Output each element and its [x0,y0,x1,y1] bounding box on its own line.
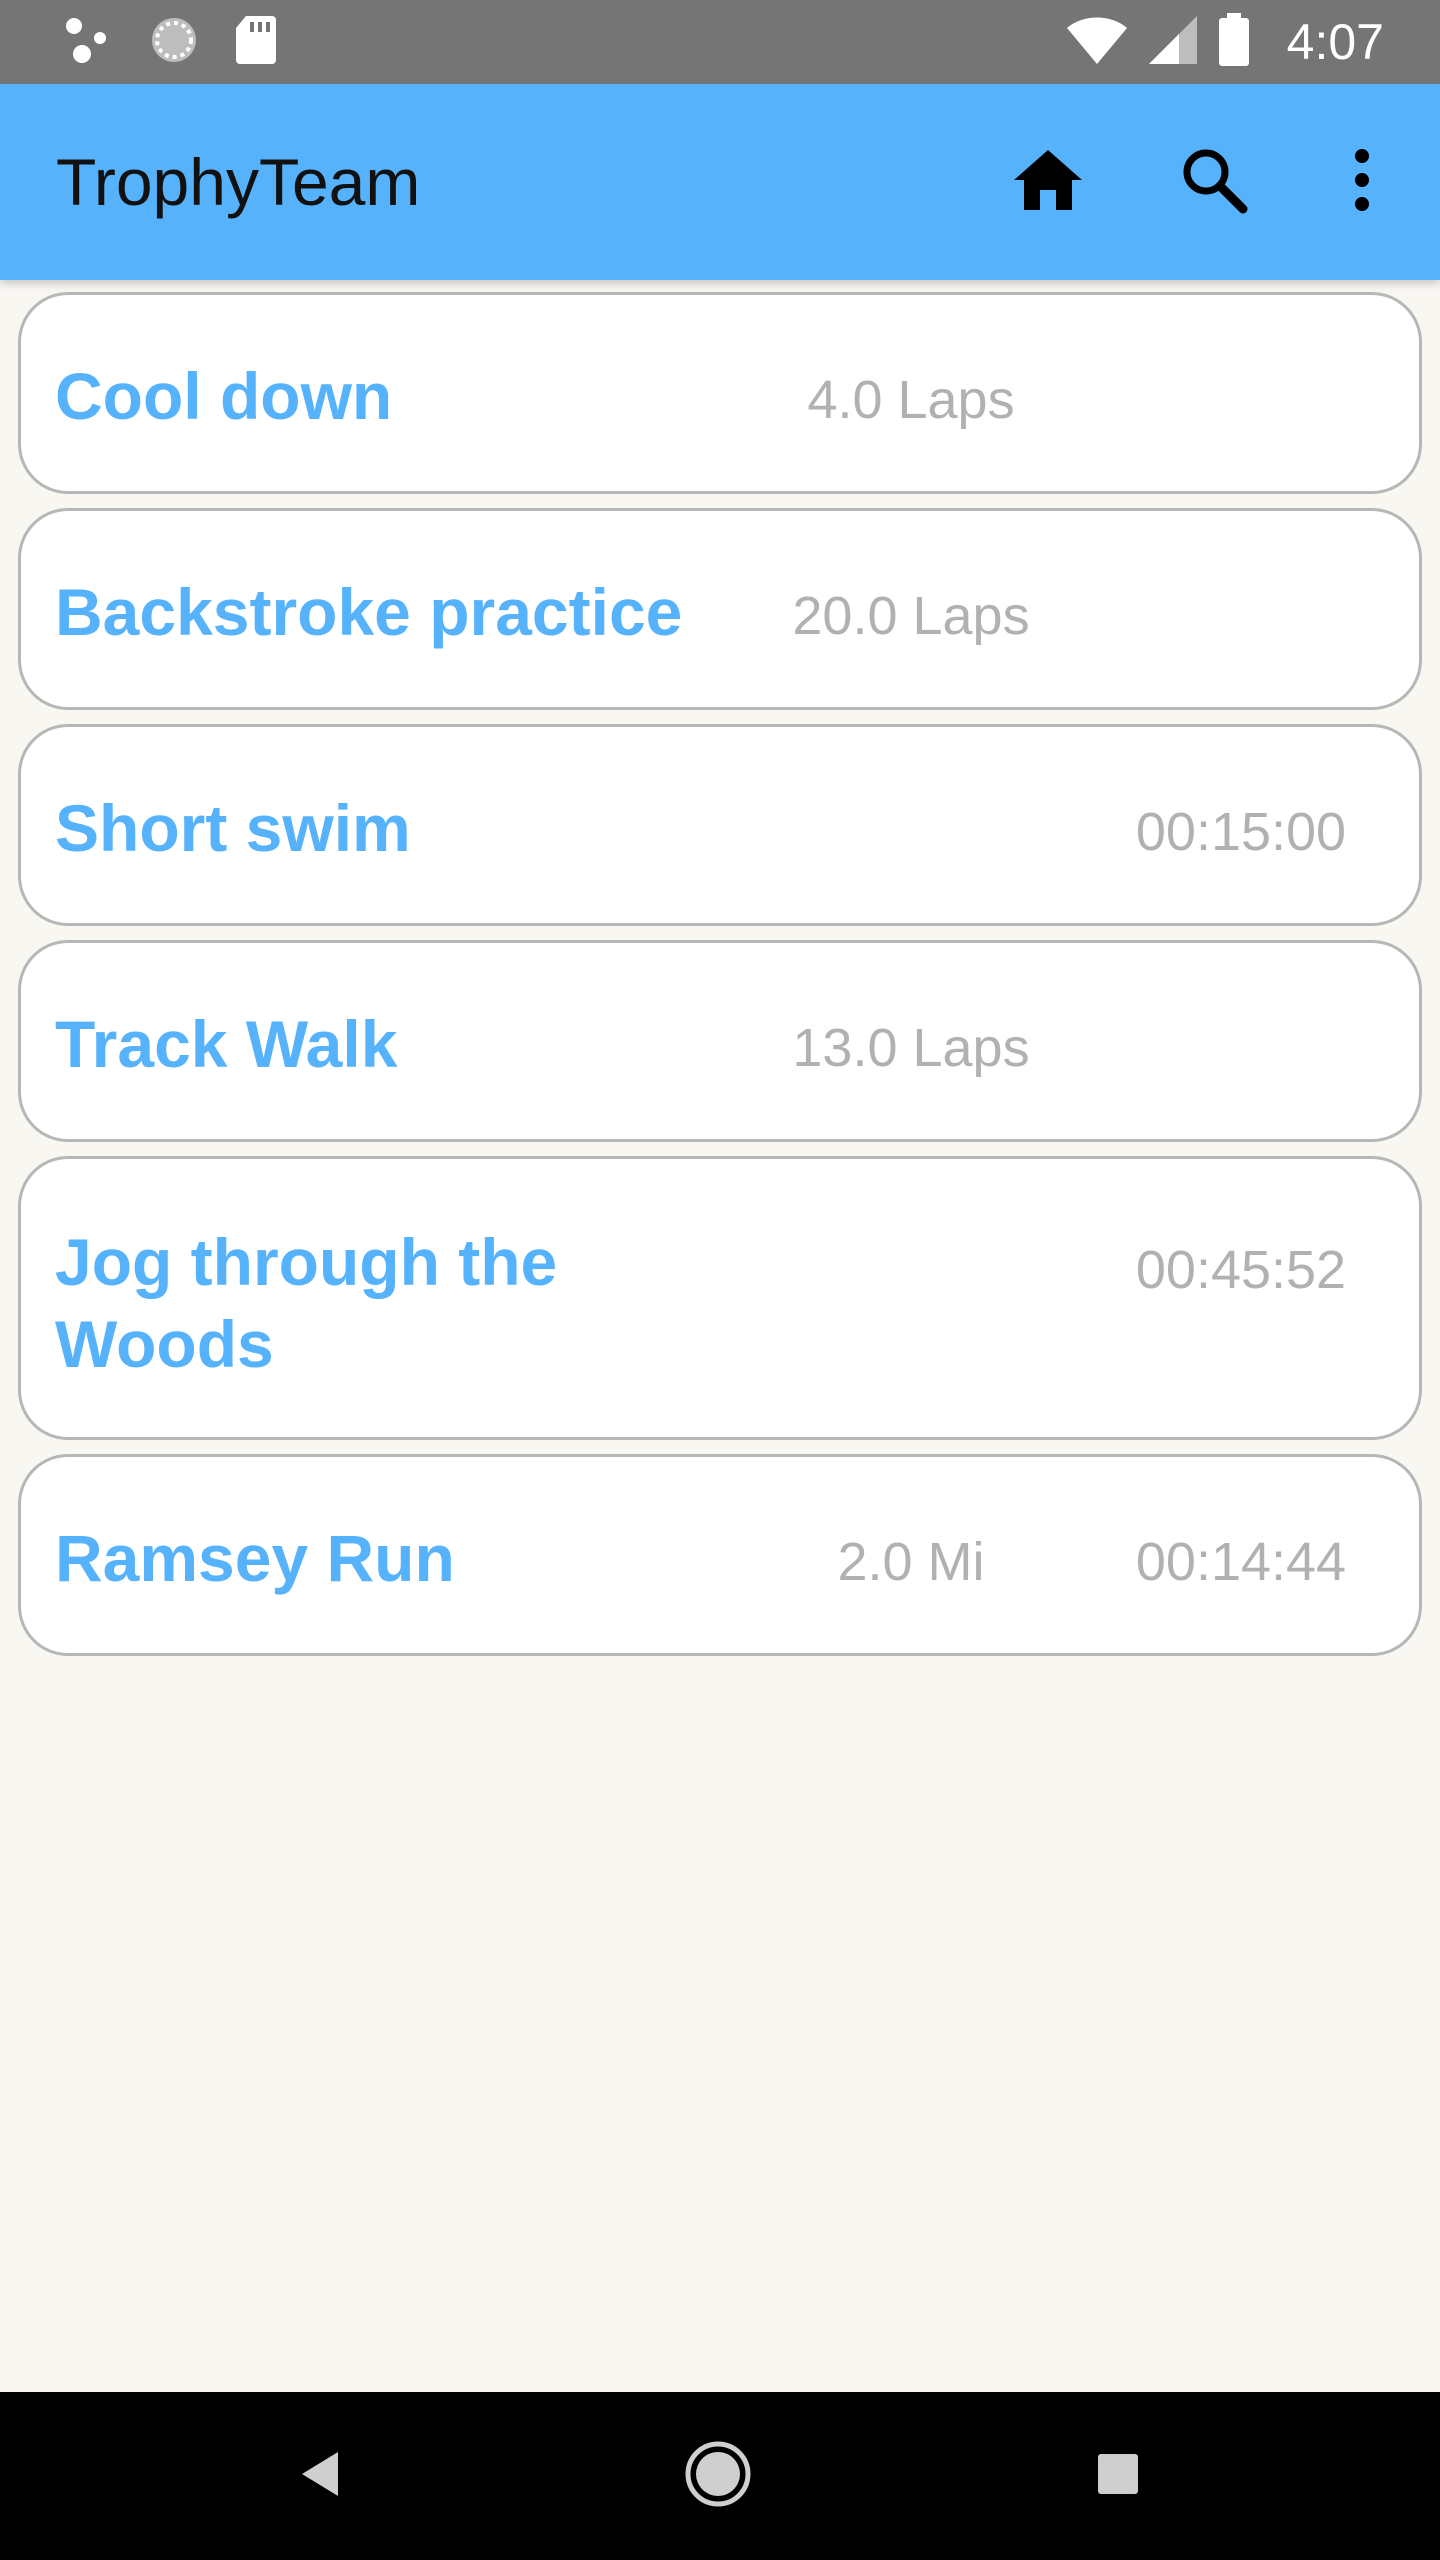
workout-title: Backstroke practice [55,575,683,649]
workout-card[interactable]: Track Walk 13.0 Laps [18,940,1422,1142]
overflow-menu-button[interactable] [1314,134,1410,230]
recents-icon [1096,2452,1140,2501]
status-right-icons: 4:07 [1065,0,1384,84]
workout-card[interactable]: Backstroke practice 20.0 Laps [18,508,1422,710]
search-icon [1180,146,1248,219]
home-circle-icon [684,2440,752,2513]
workout-duration: 00:45:52 [1135,1240,1347,1300]
home-icon [1012,148,1084,217]
workout-card[interactable]: Jog through the Woods 00:45:52 [18,1156,1422,1440]
overflow-menu-icon [1352,148,1372,217]
system-nav-bar [0,2392,1440,2560]
home-nav-button[interactable] [668,2426,768,2526]
status-left-icons [62,14,278,71]
app-title: TrophyTeam [56,145,421,219]
workout-duration: 00:14:44 [1135,1532,1347,1592]
workout-distance: 20.0 Laps [792,586,1030,646]
back-icon [298,2450,342,2503]
workout-duration: 00:15:00 [1135,802,1347,862]
workout-title: Ramsey Run [55,1521,455,1595]
workout-card[interactable]: Ramsey Run 2.0 Mi 00:14:44 [18,1454,1422,1656]
workout-title: Track Walk [55,1007,398,1081]
sync-loading-icon [148,14,200,71]
battery-icon [1217,12,1251,72]
workout-title: Jog through the Woods [55,1225,558,1381]
sd-card-icon [234,14,278,71]
cell-signal-icon [1147,14,1199,71]
assistant-dots-icon [62,14,114,71]
back-button[interactable] [270,2426,370,2526]
wifi-icon [1065,14,1129,71]
workout-distance: 13.0 Laps [792,1018,1030,1078]
app-bar: TrophyTeam [0,84,1440,280]
workout-title: Short swim [55,791,411,865]
workout-distance: 2.0 Mi [837,1532,985,1592]
status-bar: 4:07 [0,0,1440,84]
search-button[interactable] [1166,134,1262,230]
workout-card[interactable]: Short swim 00:15:00 [18,724,1422,926]
workout-card[interactable]: Cool down 4.0 Laps [18,292,1422,494]
workout-title: Cool down [55,359,393,433]
status-time: 4:07 [1286,14,1384,70]
workout-list: Cool down 4.0 Laps Backstroke practice 2… [18,292,1422,1670]
recents-button[interactable] [1068,2426,1168,2526]
workout-distance: 4.0 Laps [807,370,1015,430]
home-button[interactable] [1000,134,1096,230]
